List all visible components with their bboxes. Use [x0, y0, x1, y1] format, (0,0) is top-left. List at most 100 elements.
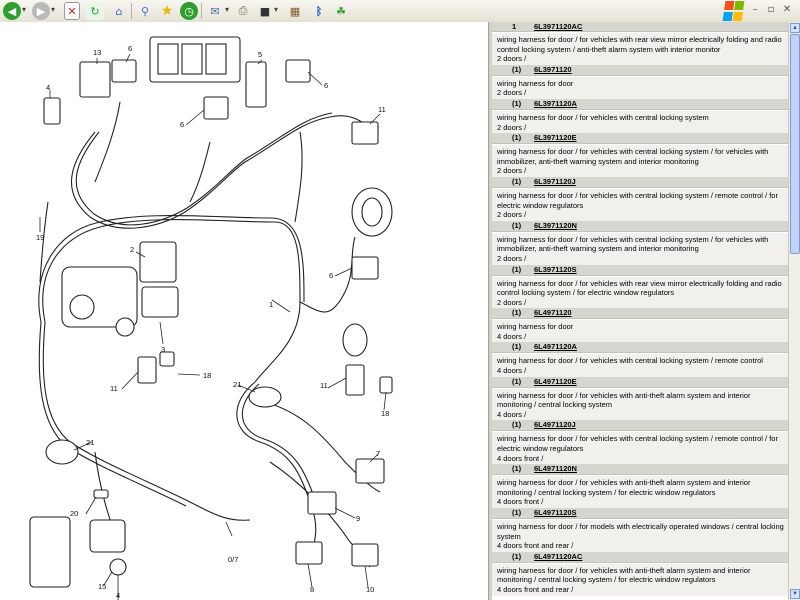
description-line: wiring harness for door / for vehicles w…	[497, 234, 769, 254]
search-button[interactable]: ⚲	[136, 2, 154, 20]
qty-value: (1)	[512, 508, 522, 517]
part-number-link[interactable]: 6L3971120E	[534, 133, 577, 143]
messenger-button[interactable]: ☘	[332, 2, 350, 20]
part-number-link[interactable]: 6L3971120S	[534, 265, 577, 275]
refresh-button[interactable]: ↻	[86, 2, 104, 20]
description-line: wiring harness for door / for vehicles w…	[497, 278, 782, 298]
callout-label: 10	[366, 585, 374, 594]
restore-icon[interactable]: ▫	[764, 3, 778, 17]
print-button[interactable]: ⎙	[234, 2, 252, 20]
list-item: wiring harness for door / for vehicles w…	[492, 275, 788, 320]
callout-label: 21	[233, 380, 241, 389]
edit-icon: ■	[259, 4, 271, 18]
callout-label: 11	[110, 384, 118, 393]
description-line: 4 doors /	[497, 409, 527, 419]
callout-label: 6	[180, 120, 184, 129]
edit-button[interactable]: ■	[256, 2, 274, 20]
history-button[interactable]: ◷	[180, 2, 198, 20]
description-line: 2 doors /	[497, 88, 527, 98]
description-line: 4 doors front /	[497, 453, 544, 463]
vertical-scrollbar[interactable]: ▲ ▼	[788, 22, 800, 600]
callout-label: 5	[258, 50, 262, 59]
part-number-link[interactable]: 6L3971120N	[534, 221, 577, 231]
callout-label: 6	[324, 81, 328, 90]
part-number-link[interactable]: 6L4971120S	[534, 508, 577, 518]
callout-label: 15	[98, 582, 106, 591]
part-number-link[interactable]: 6L4971120J	[534, 420, 576, 430]
parts-entries: wiring harness for door / for vehicles w…	[492, 32, 788, 596]
description-line: wiring harness for door / for vehicles w…	[497, 390, 751, 410]
description-line: 2 doors /	[497, 122, 527, 132]
description-line: 2 doors /	[497, 54, 527, 64]
part-description: wiring harness for door / for vehicles w…	[492, 387, 788, 421]
toolbar-separator	[131, 3, 132, 19]
part-description: wiring harness for door / for vehicles w…	[492, 275, 788, 309]
favorites-button[interactable]: ★	[158, 2, 176, 20]
description-line: wiring harness for door	[497, 322, 574, 332]
mail-button[interactable]: ✉	[206, 2, 224, 20]
list-item: wiring harness for door / for models wit…	[492, 519, 788, 563]
scroll-up-icon[interactable]: ▲	[790, 23, 800, 33]
part-row: (1) 6L4971120S	[492, 508, 788, 519]
back-arrow-icon: ◀	[7, 4, 17, 18]
qty-value: (1)	[512, 133, 522, 143]
description-line: 2 doors /	[497, 166, 527, 176]
part-number-link[interactable]: 6L3971120	[534, 65, 572, 75]
part-number-link[interactable]: 6L3971120AC	[534, 22, 582, 31]
list-item: wiring harness for door / for vehicles w…	[492, 353, 788, 388]
callout-label: 4	[116, 591, 120, 600]
callout-label: 3	[161, 345, 165, 354]
list-item: wiring harness for door / for vehicles w…	[492, 144, 788, 188]
scroll-down-icon[interactable]: ▼	[790, 589, 800, 599]
mail-icon: ✉	[210, 4, 220, 18]
callout-label: 6	[128, 44, 132, 53]
qty-value: (1)	[512, 98, 522, 108]
list-item: wiring harness for door / for vehicles w…	[492, 231, 788, 276]
forward-button[interactable]: ▶	[32, 2, 50, 20]
part-row: (1) 6L3971120N	[492, 220, 788, 232]
list-item: wiring harness for door / for vehicles w…	[492, 431, 788, 476]
part-description: wiring harness for door / for models wit…	[492, 519, 788, 552]
callout-label: 4	[46, 83, 50, 92]
scrollbar-thumb[interactable]	[790, 34, 800, 254]
part-description: wiring harness for door / for vehicles w…	[492, 353, 788, 377]
part-number-link[interactable]: 6L3971120A	[534, 99, 577, 109]
part-row: (1) 6L3971120	[492, 64, 788, 76]
part-description: wiring harness for door / for vehicles w…	[492, 109, 788, 134]
description-line: 2 doors /	[497, 253, 527, 263]
home-button[interactable]: ⌂	[110, 2, 128, 20]
research-button[interactable]: ▦	[286, 2, 304, 20]
part-number-link[interactable]: 6L4971120N	[534, 464, 577, 474]
part-description: wiring harness for door 2 doors /	[492, 75, 788, 99]
part-row: (1) 6L4971120A	[492, 342, 788, 354]
part-number-link[interactable]: 6L4971120	[534, 308, 572, 318]
qty-value: (1)	[512, 176, 522, 186]
callout-label: 13	[93, 48, 101, 57]
minimize-icon[interactable]: –	[748, 3, 762, 17]
back-dropdown-icon[interactable]: ▾	[22, 5, 26, 14]
part-number-link[interactable]: 6L4971120A	[534, 342, 577, 352]
search-icon: ⚲	[140, 4, 150, 18]
callout-label: 18	[203, 371, 211, 380]
bluetooth-button[interactable]: ᛒ	[310, 2, 328, 20]
qty-value: (1)	[512, 264, 522, 274]
list-item: 1 6L3971120AC	[492, 22, 788, 32]
mail-dropdown-icon[interactable]: ▾	[225, 5, 229, 14]
part-row: (1) 6L4971120E	[492, 376, 788, 388]
back-button[interactable]: ◀	[3, 2, 21, 20]
callout-label: 19	[36, 233, 44, 242]
part-number-link[interactable]: 6L4971120AC	[534, 552, 582, 562]
qty-value: (1)	[512, 376, 522, 386]
close-icon[interactable]: ✕	[780, 3, 794, 17]
callout-label: 7	[376, 449, 380, 458]
description-line: 4 doors /	[497, 366, 527, 376]
stop-button[interactable]: ✕	[64, 2, 80, 20]
list-item: wiring harness for door / for vehicles w…	[492, 187, 788, 232]
part-number-link[interactable]: 6L4971120E	[534, 377, 577, 387]
forward-dropdown-icon[interactable]: ▾	[51, 5, 55, 14]
edit-dropdown-icon[interactable]: ▾	[274, 5, 278, 14]
research-icon: ▦	[289, 4, 301, 18]
browser-toolbar: ◀ ▾ ▶ ▾ ✕ ↻ ⌂ ⚲ ★ ◷ ✉ ▾ ⎙ ■ ▾ ▦ ᛒ ☘ – ▫ …	[0, 0, 800, 23]
part-number-link[interactable]: 6L3971120J	[534, 177, 576, 187]
callout-label: 2	[130, 245, 134, 254]
